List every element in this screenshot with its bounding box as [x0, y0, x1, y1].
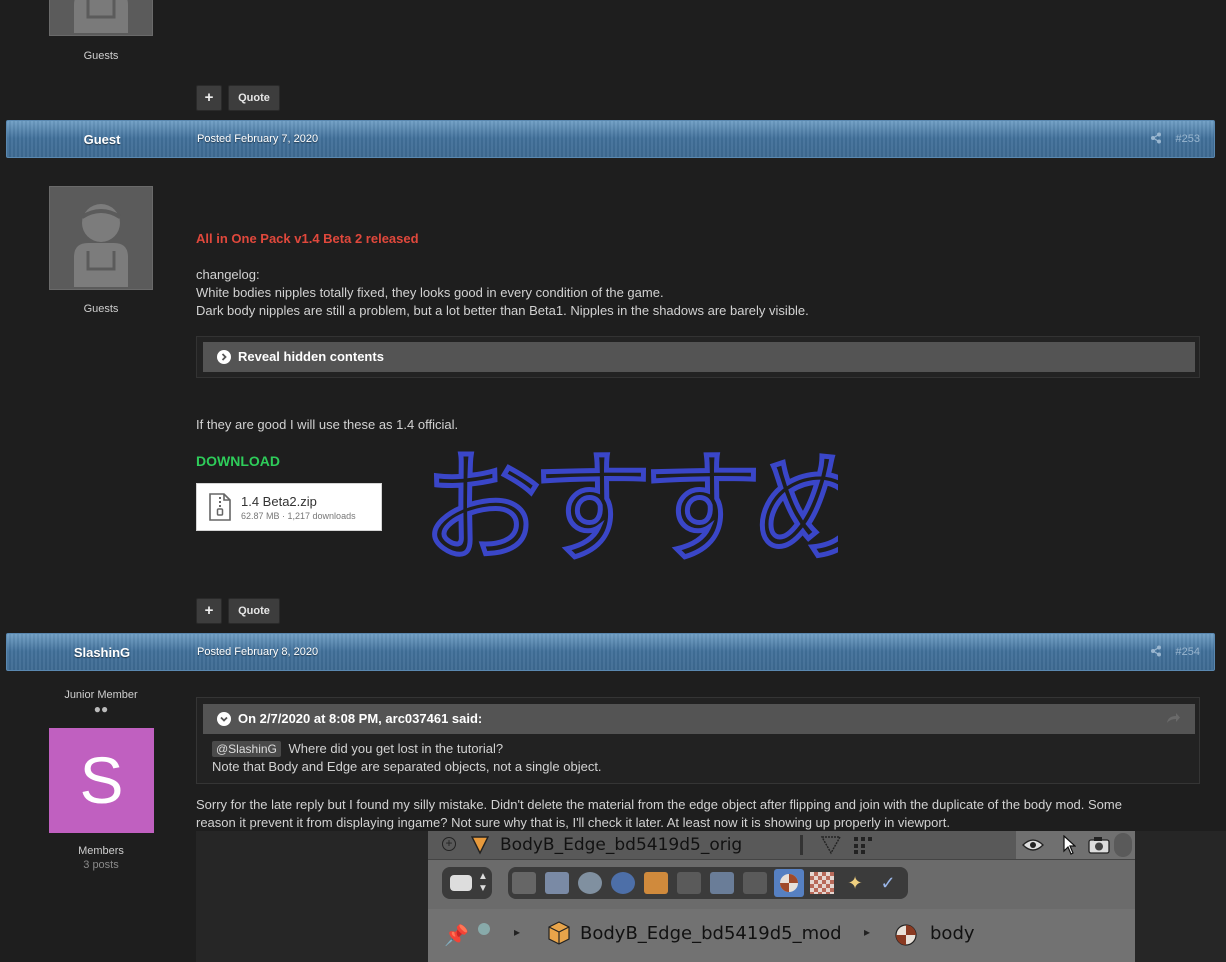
- embedded-screenshot[interactable]: + BodyB_Edge_bd5419d5_orig ▲ ▼ ✦ ✓ 📌 ▸ B…: [196, 831, 1226, 962]
- eye-icon: [1022, 837, 1044, 856]
- quote-text: Note that Body and Edge are separated ob…: [212, 759, 602, 774]
- post-number[interactable]: #253: [1176, 133, 1200, 145]
- scroll-knob: [1114, 833, 1132, 857]
- world-objects-tab-icon: [578, 872, 602, 894]
- multiquote-button[interactable]: +: [196, 598, 222, 624]
- guest-silhouette-icon: [74, 204, 128, 287]
- user-mention[interactable]: @SlashinG: [212, 741, 281, 757]
- attachment-meta: 62.87 MB · 1,217 downloads: [241, 511, 356, 521]
- author-name[interactable]: SlashinG: [7, 645, 197, 660]
- vertex-icon: [820, 835, 842, 858]
- blender-header-row: + BodyB_Edge_bd5419d5_orig: [428, 831, 1135, 860]
- zip-file-icon: [208, 493, 232, 524]
- object-tab-icon: [644, 872, 668, 894]
- updown-arrows-icon: ▲ ▼: [478, 871, 488, 894]
- spoiler-label: Reveal hidden contents: [238, 349, 384, 364]
- post-number[interactable]: #254: [1176, 646, 1200, 658]
- jump-to-post-icon[interactable]: [1166, 712, 1181, 727]
- quote-text: Where did you get lost in the tutorial?: [288, 741, 504, 756]
- pin-icon: 📌: [444, 925, 469, 947]
- cube-icon: [548, 921, 570, 948]
- editor-icon: [450, 875, 472, 891]
- quote-block: On 2/7/2020 at 8:08 PM, arc037461 said: …: [196, 697, 1200, 784]
- spoiler-block: Reveal hidden contents: [196, 336, 1200, 378]
- quote-button[interactable]: Quote: [228, 85, 280, 111]
- editor-type-selector: ▲ ▼: [442, 867, 492, 899]
- user-group: Guests: [83, 50, 119, 62]
- spoiler-toggle[interactable]: Reveal hidden contents: [203, 342, 1195, 372]
- avatar[interactable]: [49, 186, 153, 290]
- release-headline: All in One Pack v1.4 Beta 2 released: [196, 231, 419, 246]
- world-tab-icon: [611, 872, 635, 894]
- reply-text: reason it prevent it from displaying ing…: [196, 815, 950, 830]
- cursor-icon: [1062, 834, 1077, 858]
- quote-button[interactable]: Quote: [228, 598, 280, 624]
- handwritten-annotation: おすすめ: [420, 438, 839, 579]
- objects-icon: [478, 923, 490, 935]
- user-rank: Junior Member: [64, 689, 138, 701]
- post-count: 3 posts: [83, 859, 119, 871]
- breadcrumb-row: 📌 ▸ BodyB_Edge_bd5419d5_mod ▸ body: [428, 909, 1135, 962]
- particles-tab-icon: ✦: [847, 873, 863, 893]
- post-date[interactable]: Posted February 7, 2020: [197, 133, 318, 145]
- chevron-right-icon: [217, 350, 231, 364]
- mesh-triangle-icon: [470, 835, 490, 858]
- scene-tab-icon: [545, 872, 569, 894]
- data-tab-icon: [743, 872, 767, 894]
- physics-tab-icon: ✓: [880, 873, 896, 893]
- author-name[interactable]: Guest: [7, 132, 197, 147]
- breadcrumb-arrow-icon: ▸: [514, 925, 521, 939]
- share-icon[interactable]: [1150, 645, 1162, 660]
- post-header: SlashinG Posted February 8, 2020 #254: [6, 633, 1215, 671]
- quote-citation: On 2/7/2020 at 8:08 PM, arc037461 said:: [238, 711, 483, 726]
- mesh-name: BodyB_Edge_bd5419d5_mod: [580, 923, 842, 944]
- divider: [800, 835, 803, 855]
- add-icon: +: [442, 837, 456, 851]
- breadcrumb-arrow-icon: ▸: [864, 925, 871, 939]
- properties-tab-bar: ✦ ✓: [508, 867, 908, 899]
- grid-icon: [852, 835, 874, 858]
- attachment-link[interactable]: 1.4 Beta2.zip 62.87 MB · 1,217 downloads: [196, 483, 382, 531]
- user-group: Members: [78, 845, 124, 857]
- material-name: body: [930, 923, 975, 944]
- object-name: BodyB_Edge_bd5419d5_orig: [500, 835, 743, 855]
- chevron-down-icon: [217, 712, 231, 726]
- post-header: Guest Posted February 7, 2020 #253: [6, 120, 1215, 158]
- constraints-tab-icon: [677, 872, 701, 894]
- download-label: DOWNLOAD: [196, 453, 280, 469]
- visibility-toggles: [1016, 831, 1135, 859]
- material-sphere-icon: [894, 923, 918, 950]
- changelog-line: Dark body nipples are still a problem, b…: [196, 303, 809, 318]
- post-date[interactable]: Posted February 8, 2020: [197, 646, 318, 658]
- camera-icon: [1088, 836, 1110, 857]
- render-tab-icon: [512, 872, 536, 894]
- changelog-line: White bodies nipples totally fixed, they…: [196, 285, 664, 300]
- attachment-name[interactable]: 1.4 Beta2.zip: [241, 494, 317, 509]
- handwriting-text: おすすめ: [422, 440, 838, 578]
- share-icon[interactable]: [1150, 132, 1162, 147]
- avatar[interactable]: S: [49, 728, 154, 833]
- guest-silhouette-icon: [74, 0, 128, 33]
- material-tab-icon: [774, 869, 804, 897]
- quote-header[interactable]: On 2/7/2020 at 8:08 PM, arc037461 said:: [203, 704, 1195, 734]
- user-group: Guests: [83, 303, 119, 315]
- rank-pips: ●●: [93, 702, 109, 716]
- blender-properties-panel: + BodyB_Edge_bd5419d5_orig ▲ ▼ ✦ ✓ 📌 ▸ B…: [428, 831, 1135, 962]
- changelog-label: changelog:: [196, 267, 260, 282]
- quote-line: @SlashinG Where did you get lost in the …: [212, 741, 503, 757]
- avatar[interactable]: [49, 0, 153, 36]
- modifiers-tab-icon: [710, 872, 734, 894]
- texture-tab-icon: [810, 872, 834, 894]
- reply-text: Sorry for the late reply but I found my …: [196, 797, 1122, 812]
- multiquote-button[interactable]: +: [196, 85, 222, 111]
